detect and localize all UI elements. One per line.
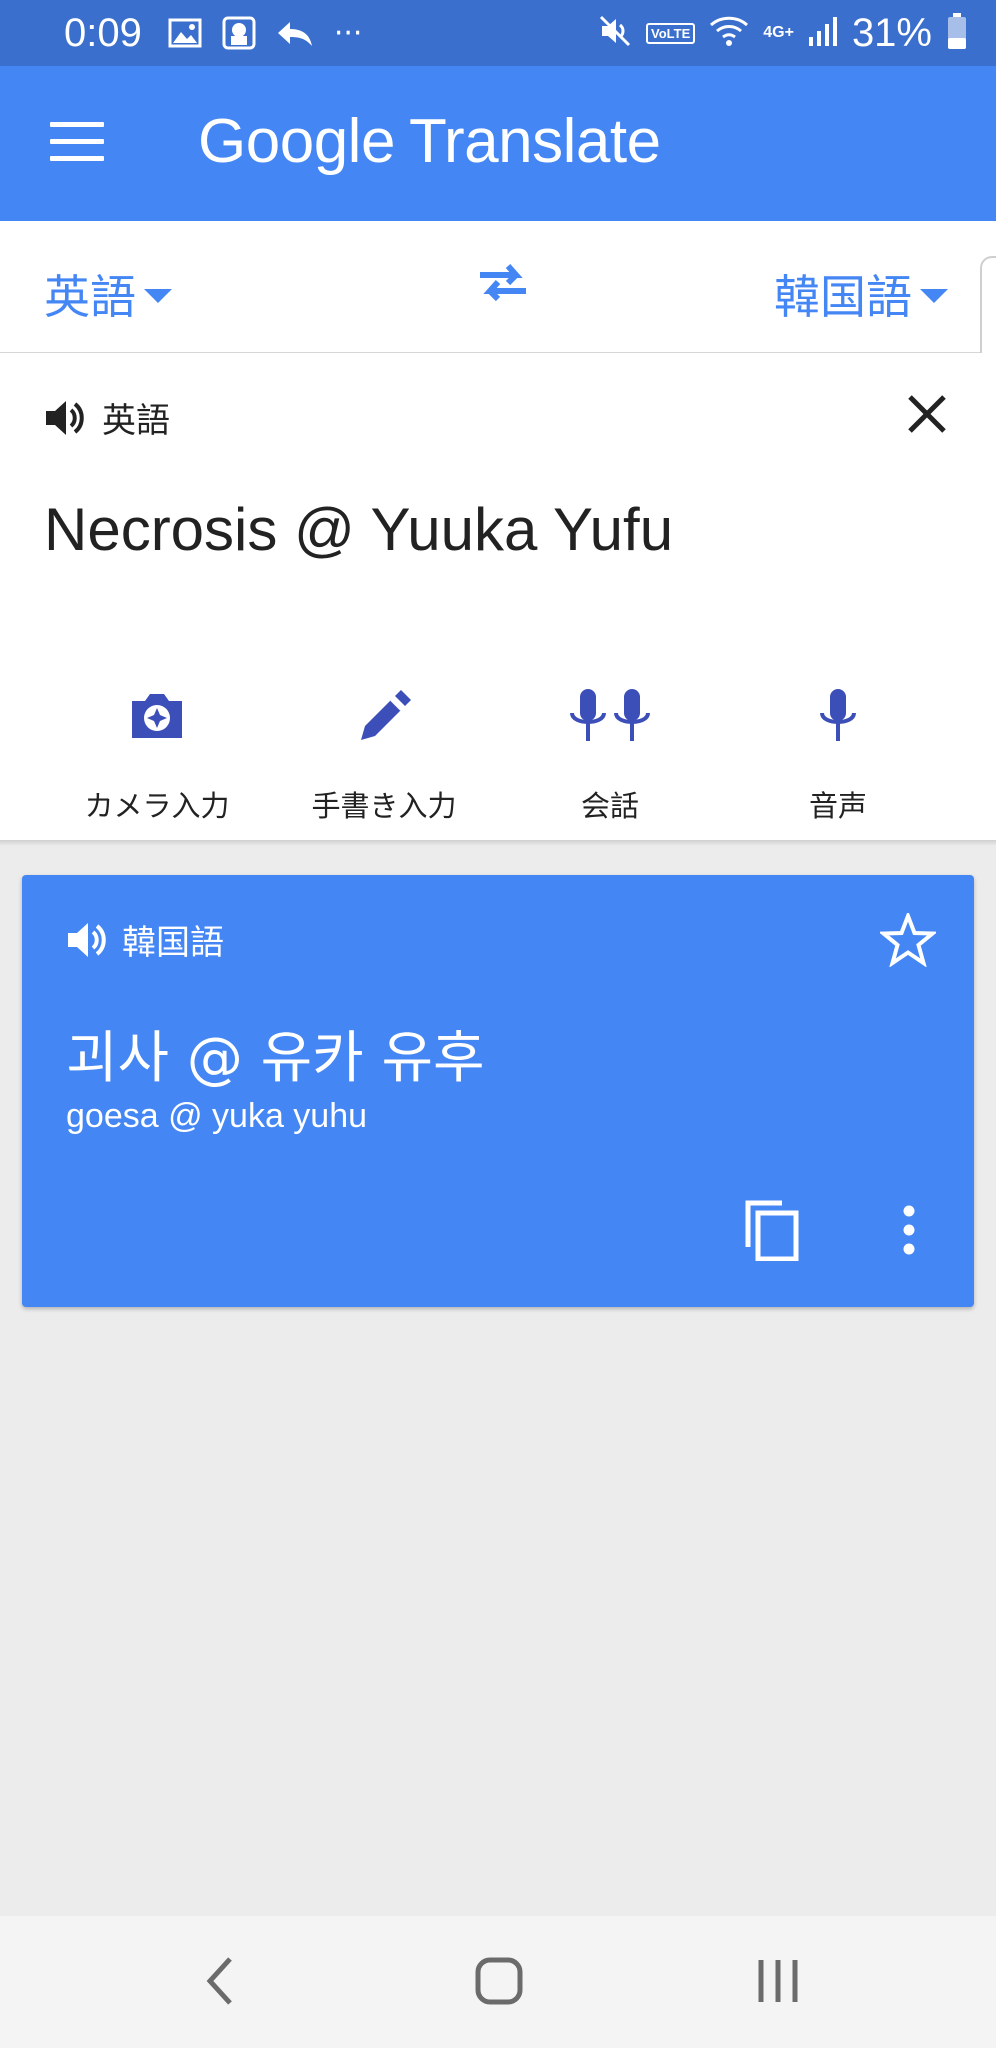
mic-icon <box>738 681 938 751</box>
menu-icon[interactable] <box>50 122 104 166</box>
result-language-label: 韓国語 <box>122 923 224 963</box>
transliteration-text: goesa @ yuka yuhu <box>66 1097 368 1135</box>
tool-label: 音声 <box>808 789 867 823</box>
back-icon[interactable] <box>200 1954 240 2012</box>
pen-icon <box>284 681 484 751</box>
home-icon[interactable] <box>474 1954 524 2012</box>
language-bar: 英語 韓国語 <box>0 221 996 354</box>
app-icon <box>222 16 256 50</box>
tool-label: カメラ入力 <box>84 789 230 823</box>
input-language-row: 英語 <box>44 393 170 442</box>
logo-google: Google <box>198 107 395 176</box>
input-panel: 英語 Necrosis @ Yuuka Yufu カメラ入力 手書き入力 会話 … <box>0 353 996 841</box>
voice-input-button[interactable]: 音声 <box>738 681 938 825</box>
clear-input-icon[interactable] <box>906 393 948 439</box>
more-vert-icon[interactable] <box>902 1205 916 1259</box>
status-time: 0:09 <box>64 10 142 55</box>
recent-apps-icon[interactable] <box>756 1954 800 2012</box>
tool-label: 手書き入力 <box>311 789 457 823</box>
app-bar: Google Translate <box>0 66 996 221</box>
dropdown-arrow-icon <box>144 289 172 303</box>
source-language-selector[interactable]: 英語 <box>44 261 172 327</box>
logo-translate: Translate <box>408 107 661 176</box>
swap-languages-icon[interactable] <box>476 261 530 309</box>
app-logo: Google Translate <box>198 106 661 177</box>
target-language-selector[interactable]: 韓国語 <box>774 261 948 327</box>
tool-label: 会話 <box>580 789 639 823</box>
star-icon[interactable] <box>878 910 938 971</box>
more-dots-icon: ··· <box>333 15 363 51</box>
image-icon <box>168 18 202 48</box>
result-language-row: 韓国語 <box>66 915 224 964</box>
target-language-label: 韓国語 <box>774 270 912 324</box>
source-text[interactable]: Necrosis @ Yuuka Yufu <box>44 495 673 564</box>
translation-text: 괴사 @ 유카 유후 <box>66 1026 485 1091</box>
conversation-mic-icon <box>510 681 710 751</box>
mute-icon <box>598 14 632 52</box>
speaker-icon[interactable] <box>66 920 110 960</box>
speaker-icon[interactable] <box>44 398 88 438</box>
translation-card[interactable]: 韓国語 괴사 @ 유카 유후 goesa @ yuka yuhu <box>22 875 974 1307</box>
handwriting-input-button[interactable]: 手書き入力 <box>284 681 484 825</box>
wifi-icon <box>709 14 749 52</box>
camera-input-button[interactable]: カメラ入力 <box>57 681 257 825</box>
camera-icon <box>57 681 257 751</box>
signal-icon <box>808 15 838 51</box>
battery-icon <box>946 12 968 54</box>
copy-icon[interactable] <box>744 1199 800 1265</box>
input-language-label: 英語 <box>102 401 170 441</box>
battery-percent: 31% <box>851 10 932 55</box>
reply-icon <box>276 18 314 48</box>
system-nav-bar <box>0 1916 996 2048</box>
4g-icon: 4G+ <box>763 24 794 41</box>
volte-icon: VoLTE <box>646 22 696 44</box>
source-language-label: 英語 <box>44 270 136 324</box>
conversation-button[interactable]: 会話 <box>510 681 710 825</box>
divider <box>0 840 996 846</box>
status-bar: 0:09 ··· VoLTE 4G+ 31% <box>0 0 996 66</box>
dropdown-arrow-icon <box>920 289 948 303</box>
